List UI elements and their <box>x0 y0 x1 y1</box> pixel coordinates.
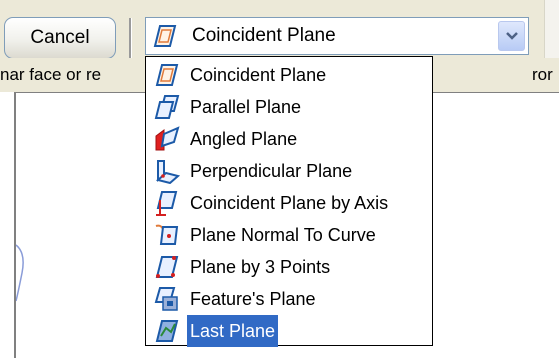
option-perpendicular-plane[interactable]: Perpendicular Plane <box>146 155 432 187</box>
option-label: Feature's Plane <box>190 289 316 309</box>
option-coincident-plane[interactable]: Coincident Plane <box>146 59 432 91</box>
option-coincident-plane-by-axis[interactable]: Coincident Plane by Axis <box>146 187 432 219</box>
angled-plane-icon <box>155 126 180 151</box>
option-label: Plane by 3 Points <box>190 257 331 277</box>
option-label: Coincident Plane by Axis <box>190 193 389 213</box>
coincident-plane-icon <box>155 64 179 86</box>
perpendicular-plane-icon <box>155 160 180 184</box>
last-plane-icon <box>155 320 179 342</box>
chevron-down-icon <box>506 32 518 40</box>
toolbar-separator <box>129 18 132 62</box>
model-shape-fragment <box>16 244 24 302</box>
option-angled-plane[interactable]: Angled Plane <box>146 123 432 155</box>
option-label: Parallel Plane <box>190 97 302 117</box>
option-label: Angled Plane <box>190 129 298 149</box>
plane-type-dropdown-list[interactable]: Coincident Plane Parallel Plane Angled P… <box>145 56 433 347</box>
option-plane-normal-to-curve[interactable]: Plane Normal To Curve <box>146 219 432 251</box>
option-label: Coincident Plane <box>190 65 327 85</box>
option-last-plane[interactable]: Last Plane <box>146 315 432 347</box>
toolbar: Cancel Coincident Plane <box>0 0 559 62</box>
option-parallel-plane[interactable]: Parallel Plane <box>146 91 432 123</box>
plane-normal-to-curve-icon <box>155 224 179 245</box>
dropdown-arrow-button[interactable] <box>498 21 525 51</box>
option-label: Plane Normal To Curve <box>190 225 376 245</box>
toolbar-edge <box>544 0 559 58</box>
parallel-plane-icon <box>154 95 180 119</box>
prompt-text-right: ror <box>532 65 553 84</box>
plane-type-combobox[interactable]: Coincident Plane <box>145 17 529 55</box>
option-label: Perpendicular Plane <box>190 161 353 181</box>
option-plane-by-3-points[interactable]: Plane by 3 Points <box>146 251 432 283</box>
features-plane-icon <box>154 287 178 311</box>
coincident-plane-icon <box>153 25 177 47</box>
prompt-text-left: nar face or re <box>0 65 102 84</box>
plane-by-3-points-icon <box>155 256 179 278</box>
option-label: Last Plane <box>187 315 279 347</box>
cancel-button[interactable]: Cancel <box>4 17 116 59</box>
option-features-plane[interactable]: Feature's Plane <box>146 283 432 315</box>
coincident-plane-by-axis-icon <box>156 191 178 216</box>
combobox-selected-value: Coincident Plane <box>192 25 336 46</box>
